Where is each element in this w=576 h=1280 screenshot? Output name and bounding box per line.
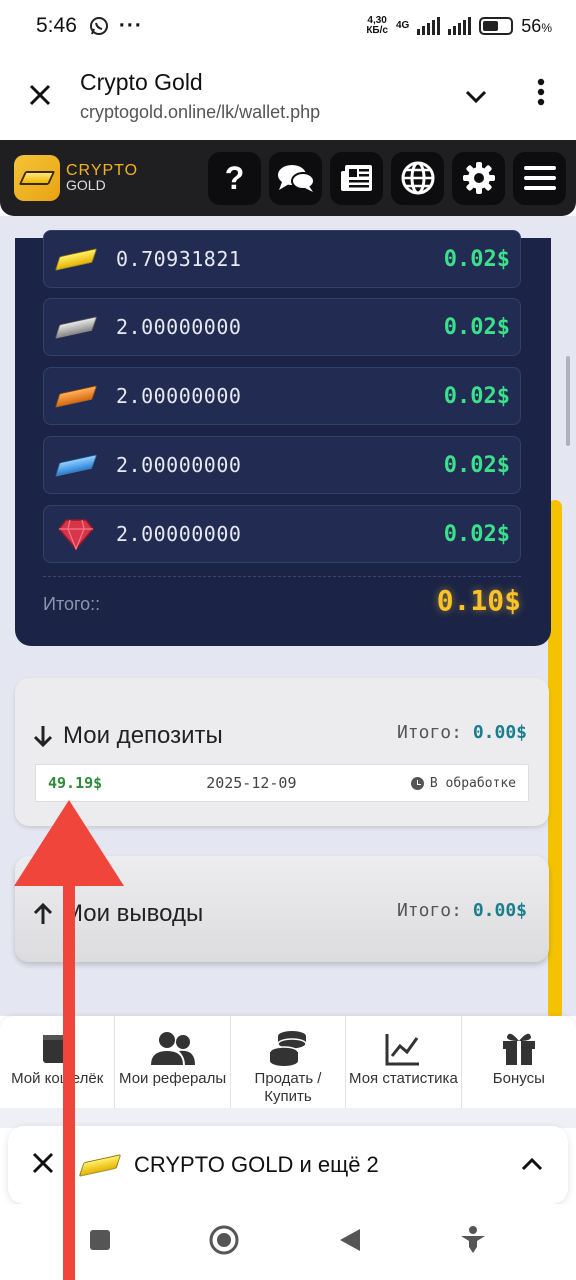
wallet-icon [43, 1035, 72, 1063]
nav-my-wallet[interactable]: Мой кошелёк [0, 1016, 116, 1108]
nav-my-statistics[interactable]: Моя статистика [346, 1016, 462, 1108]
chart-icon [385, 1034, 420, 1066]
wallet-total-value: 0.10$ [436, 584, 521, 617]
circle-home-icon [209, 1225, 239, 1254]
total-divider [43, 576, 521, 577]
withdrawals-title: Мои выводы [33, 900, 203, 928]
withdrawals-total: Итого: 0.00$ [396, 900, 527, 921]
signal2-icon [448, 17, 472, 35]
asset-row-gold: 0.70931821 0.02$ [43, 230, 521, 288]
site-header: CRYPTO GOLD ? [0, 140, 576, 216]
nav-sell-buy[interactable]: Продать / Купить [231, 1016, 347, 1108]
chevron-down-icon [465, 90, 487, 103]
battery-icon [479, 17, 514, 35]
deposits-total: Итого: 0.00$ [396, 722, 527, 743]
notification-text: CRYPTO GOLD и ещё 2 [134, 1152, 379, 1177]
net-type: 4G [395, 20, 410, 31]
news-button[interactable] [330, 151, 383, 205]
clock-icon [410, 776, 424, 790]
gold-ingot-icon [54, 247, 98, 271]
more-vertical-icon [537, 78, 545, 106]
language-button[interactable] [391, 151, 444, 205]
accessibility-button[interactable] [459, 1225, 487, 1260]
menu-icon [523, 166, 556, 190]
bronze-ingot-icon [54, 384, 98, 408]
question-icon: ? [224, 159, 245, 196]
more-options-button[interactable] [506, 78, 576, 114]
gear-icon [462, 162, 495, 194]
bottom-nav: Мой кошелёк Мои рефералы Продать / Купит… [0, 1016, 576, 1108]
chat-icon [277, 165, 315, 192]
silver-ingot-icon [54, 315, 98, 339]
page-scrollbar[interactable] [566, 356, 570, 446]
chevron-up-icon [521, 1157, 543, 1171]
page-gap [0, 1108, 576, 1128]
expand-notification-button[interactable] [520, 1151, 544, 1179]
chat-button[interactable] [269, 151, 322, 205]
asset-row-ruby: 2.00000000 0.02$ [43, 505, 521, 563]
back-button[interactable] [338, 1227, 362, 1258]
logo-text[interactable]: CRYPTO GOLD [66, 163, 138, 193]
users-icon [150, 1032, 195, 1065]
net-speed: 4,30 КБ/с [366, 15, 388, 36]
signal-icon [417, 17, 441, 35]
wallet-total-label: Итого:: [43, 594, 101, 614]
accessibility-icon [461, 1225, 486, 1253]
close-notification-button[interactable] [32, 1148, 54, 1182]
settings-button[interactable] [452, 151, 505, 205]
browser-title: Crypto Gold [80, 69, 203, 95]
logo-icon[interactable] [14, 155, 60, 201]
ruby-icon [54, 517, 98, 551]
triangle-back-icon [339, 1228, 360, 1251]
more-notifications-icon: ··· [118, 14, 143, 37]
withdrawals-card[interactable]: Мои выводы Итого: 0.00$ [15, 856, 549, 962]
wallet-balances-card: 0.70931821 0.02$ 2.00000000 0.02$ 2.0000… [15, 230, 551, 646]
globe-icon [401, 161, 434, 195]
arrow-up-icon [33, 902, 53, 924]
browser-url[interactable]: cryptogold.online/lk/wallet.php [80, 102, 446, 123]
gift-icon [502, 1033, 535, 1065]
recents-button[interactable] [89, 1229, 111, 1256]
gold-ingot-icon [78, 1153, 122, 1177]
deposits-card: Мои депозиты Итого: 0.00$ 49.19$ 2025-12… [15, 678, 549, 826]
square-icon [89, 1229, 110, 1250]
deposit-status: В обработке [410, 776, 516, 791]
battery-percent: 56% [521, 15, 552, 36]
arrow-down-icon [33, 726, 53, 748]
deposit-row[interactable]: 49.19$ 2025-12-09 В обработке [35, 764, 529, 802]
system-nav-bar [0, 1204, 576, 1280]
blue-ingot-icon [54, 453, 98, 477]
asset-row-silver: 2.00000000 0.02$ [43, 298, 521, 356]
status-time: 5:46 [36, 14, 77, 37]
close-tab-button[interactable] [0, 77, 80, 116]
close-icon [32, 1152, 54, 1174]
asset-row-bronze: 2.00000000 0.02$ [43, 367, 521, 425]
nav-my-referrals[interactable]: Мои рефералы [115, 1016, 231, 1108]
deposits-title: Мои депозиты [33, 722, 223, 750]
deposit-date: 2025-12-09 [206, 774, 297, 792]
page-content[interactable]: 0.70931821 0.02$ 2.00000000 0.02$ 2.0000… [0, 216, 576, 1016]
browser-bar: Crypto Gold cryptogold.online/lk/wallet.… [0, 52, 576, 140]
coins-icon [269, 1031, 307, 1066]
deposit-amount: 49.19$ [48, 774, 103, 792]
browser-notification-bar[interactable]: CRYPTO GOLD и ещё 2 [8, 1126, 568, 1204]
menu-button[interactable] [513, 151, 566, 205]
close-icon [29, 84, 51, 105]
status-bar: 5:46 ··· 4,30 КБ/с 4G 56% [0, 0, 576, 52]
news-icon [340, 165, 372, 191]
expand-button[interactable] [446, 81, 506, 112]
home-button[interactable] [208, 1224, 240, 1261]
whatsapp-icon [89, 17, 108, 35]
nav-bonuses[interactable]: Бонусы [462, 1016, 576, 1108]
asset-row-blue: 2.00000000 0.02$ [43, 436, 521, 494]
help-button[interactable]: ? [208, 151, 261, 205]
